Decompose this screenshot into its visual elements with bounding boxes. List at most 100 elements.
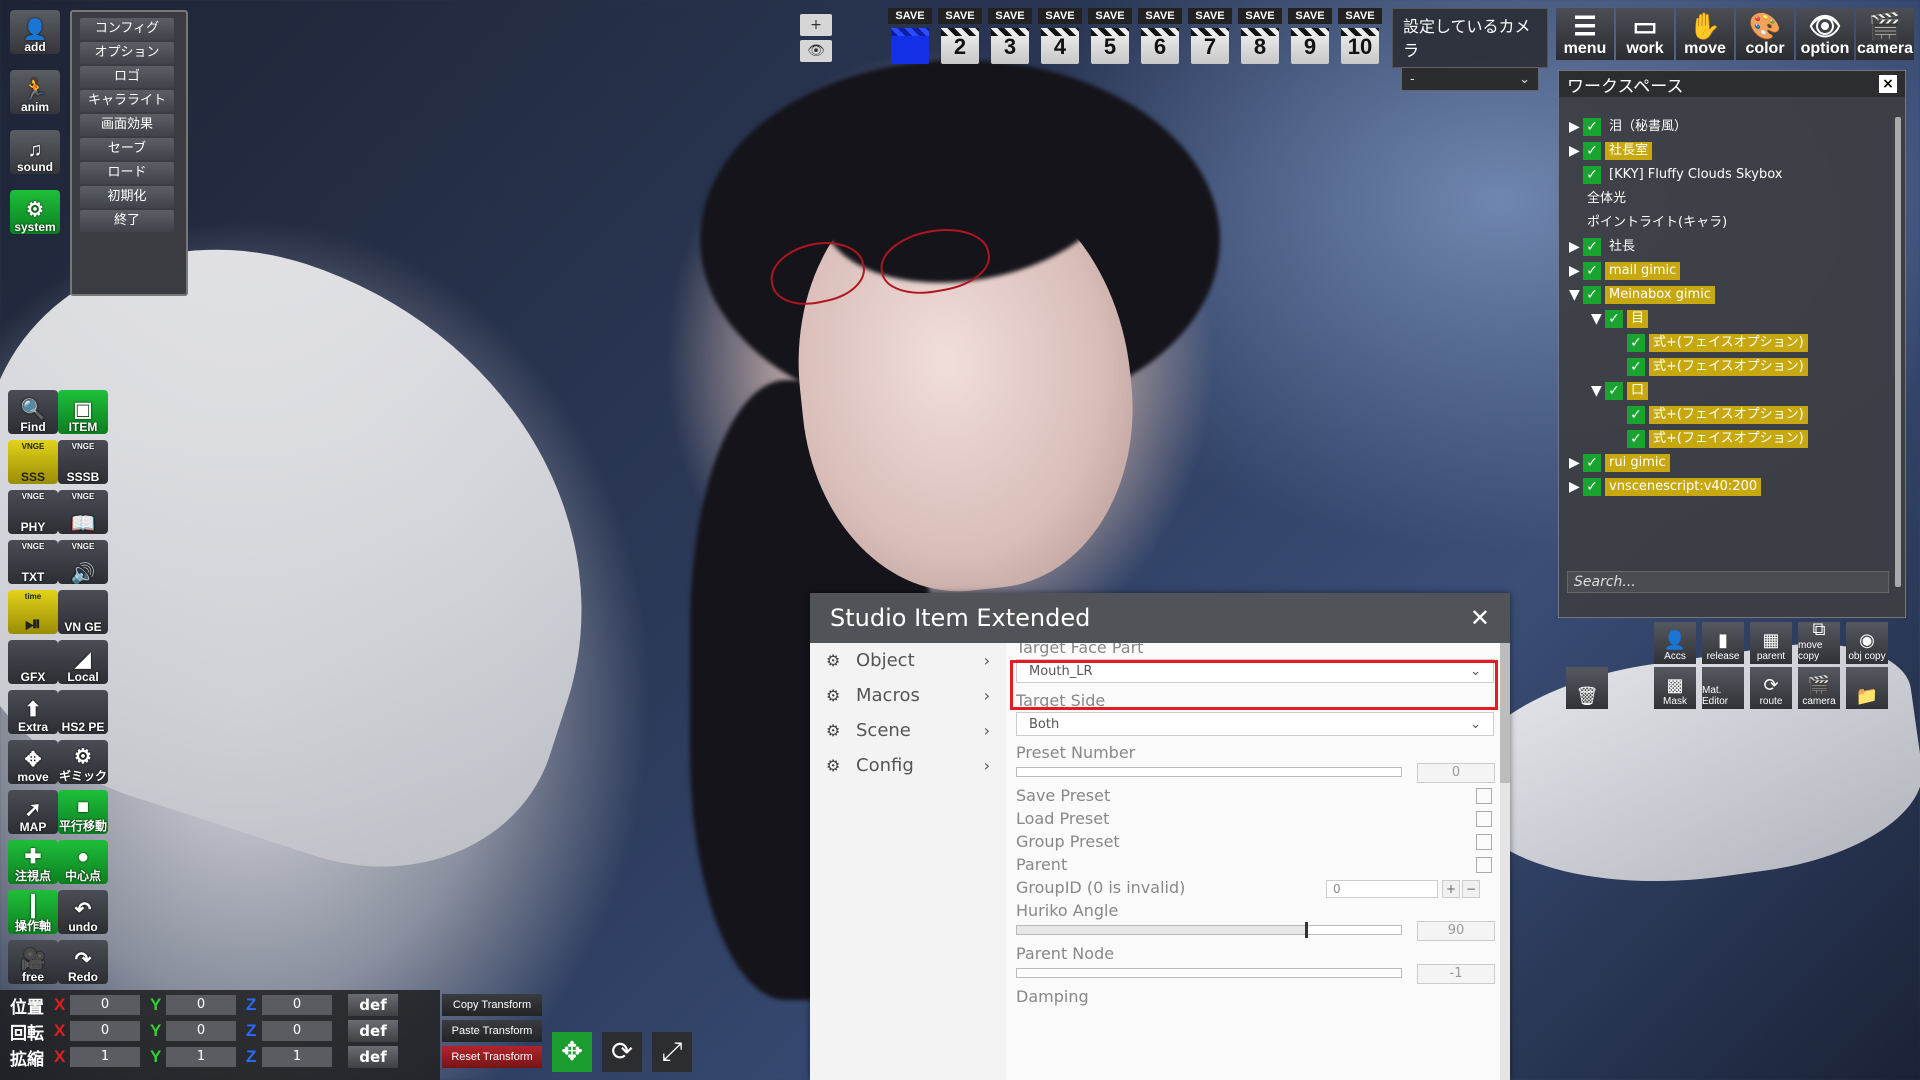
move-copy-button[interactable]: ⧉ move copy (1798, 619, 1840, 664)
tree-node[interactable]: ポイントライト(キャラ) (1569, 213, 1731, 233)
tool-button-0[interactable]: 🔍 Find (8, 390, 58, 434)
parent-button[interactable]: ▦ parent (1750, 622, 1792, 664)
tree-node[interactable]: ✓ [KKY] Fluffy Clouds Skybox (1569, 165, 1786, 185)
accs-button[interactable]: 👤 Accs (1654, 622, 1696, 664)
tool-button-7[interactable]: VNGE 🔊 (58, 540, 108, 584)
menu-button[interactable]: ☰ menu (1556, 8, 1614, 60)
anim-button[interactable]: 🏃 anim (10, 70, 60, 114)
save-slot-7[interactable]: SAVE 7 (1188, 8, 1232, 70)
camera-button[interactable]: 🎬 camera (1798, 667, 1840, 709)
scale-icon[interactable]: ⤢ (652, 1032, 692, 1072)
menu-item-logo[interactable]: ロゴ (80, 66, 174, 88)
menu-item-exit[interactable]: 終了 (80, 210, 174, 232)
preset-number-value[interactable]: 0 (1417, 763, 1495, 783)
reset-transform-button[interactable]: Reset Transform (442, 1046, 542, 1068)
visibility-checkbox[interactable]: ✓ (1583, 142, 1601, 160)
transform-z-input[interactable]: 0 (262, 995, 332, 1015)
camera-button[interactable]: 🎬 camera (1856, 8, 1914, 60)
expand-right-icon[interactable]: ▶ (1569, 479, 1583, 495)
tool-button-6[interactable]: VNGE TXT (8, 540, 58, 584)
tool-button-21[interactable]: ↶ undo (58, 890, 108, 934)
save-slot-8[interactable]: SAVE 8 (1238, 8, 1282, 70)
save-slot-3[interactable]: SAVE 3 (988, 8, 1032, 70)
expand-right-icon[interactable]: ▶ (1569, 143, 1583, 159)
transform-y-input[interactable]: 0 (166, 1021, 236, 1041)
visibility-checkbox[interactable]: ✓ (1583, 454, 1601, 472)
system-button[interactable]: ⚙ system (10, 190, 60, 234)
tree-node[interactable]: ▶ ✓ vnscenescript:v40:200 (1569, 477, 1762, 497)
visibility-checkbox[interactable]: ✓ (1605, 382, 1623, 400)
menu-item-config[interactable]: コンフィグ (80, 18, 174, 40)
workspace-close-button[interactable]: × (1879, 75, 1897, 93)
tool-button-11[interactable]: ◢ Local (58, 640, 108, 684)
parent-node-value[interactable]: -1 (1417, 964, 1495, 984)
visibility-checkbox[interactable]: ✓ (1583, 118, 1601, 136)
transform-x-input[interactable]: 1 (70, 1047, 140, 1067)
menu-item-option[interactable]: オプション (80, 42, 174, 64)
option-button[interactable]: 👁 option (1796, 8, 1854, 60)
transform-x-input[interactable]: 0 (70, 995, 140, 1015)
load-preset-checkbox[interactable] (1476, 811, 1492, 827)
workspace-scrollbar[interactable] (1895, 117, 1901, 587)
expand-right-icon[interactable]: ▶ (1569, 119, 1583, 135)
sound-button[interactable]: ♫ sound (10, 130, 60, 174)
save-slot-4[interactable]: SAVE 4 (1038, 8, 1082, 70)
parent-node-slider[interactable] (1016, 968, 1402, 978)
slider-knob[interactable] (1305, 922, 1308, 938)
tool-button-16[interactable]: ➚ MAP (8, 790, 58, 834)
sie-nav-scene[interactable]: ⚙ Scene › (810, 713, 1006, 748)
expand-right-icon[interactable]: ▶ (1569, 455, 1583, 471)
def-button[interactable]: def (348, 994, 398, 1016)
tree-node[interactable]: ▼ ✓ 目 (1591, 309, 1649, 329)
visibility-checkbox[interactable]: ✓ (1627, 430, 1645, 448)
transform-y-input[interactable]: 1 (166, 1047, 236, 1067)
sie-scrollbar[interactable] (1500, 643, 1510, 1080)
visibility-checkbox[interactable]: ✓ (1583, 166, 1601, 184)
visibility-checkbox[interactable]: ✓ (1605, 310, 1623, 328)
tool-button-23[interactable]: ↷ Redo (58, 940, 108, 984)
menu-item-chara-light[interactable]: キャラライト (80, 90, 174, 112)
tree-node[interactable]: ▼ ✓ Meinabox gimic (1569, 285, 1715, 305)
tree-node[interactable]: 全体光 (1569, 189, 1630, 209)
groupid-input[interactable]: 0 (1326, 880, 1438, 898)
zoom-plus-button[interactable]: + (800, 14, 832, 36)
tool-button-12[interactable]: ⬆ Extra (8, 690, 58, 734)
tool-button-1[interactable]: ▣ ITEM (58, 390, 108, 434)
transform-z-input[interactable]: 1 (262, 1047, 332, 1067)
folder-button[interactable]: 📁 (1846, 667, 1888, 709)
transform-y-input[interactable]: 0 (166, 995, 236, 1015)
groupid-plus-button[interactable]: + (1442, 880, 1460, 898)
tool-button-19[interactable]: ● 中心点 (58, 840, 108, 884)
tree-node[interactable]: ▶ ✓ 社長室 (1569, 141, 1653, 161)
expand-right-icon[interactable]: ▶ (1569, 239, 1583, 255)
tool-button-5[interactable]: VNGE 📖 (58, 490, 108, 534)
visibility-checkbox[interactable]: ✓ (1583, 238, 1601, 256)
tool-button-3[interactable]: VNGE SSSB (58, 440, 108, 484)
tree-node[interactable]: ▼ ✓ 口 (1591, 381, 1649, 401)
tree-node[interactable]: ▶ ✓ mail gimic (1569, 261, 1681, 281)
tree-node[interactable]: ✓ 式+(フェイスオプション) (1613, 405, 1808, 425)
sie-nav-object[interactable]: ⚙ Object › (810, 643, 1006, 678)
rotate-icon[interactable]: ⟳ (602, 1032, 642, 1072)
menu-item-save[interactable]: セーブ (80, 138, 174, 160)
tool-button-4[interactable]: VNGE PHY (8, 490, 58, 534)
sie-close-button[interactable]: ✕ (1470, 604, 1490, 632)
visibility-checkbox[interactable]: ✓ (1583, 286, 1601, 304)
tool-button-8[interactable]: time ⏯ (8, 590, 58, 634)
target-side-dropdown[interactable]: Both ⌄ (1016, 712, 1494, 736)
workspace-search-input[interactable]: Search... (1567, 571, 1889, 593)
tool-button-14[interactable]: ✥ move (8, 740, 58, 784)
tree-node[interactable]: ✓ 式+(フェイスオプション) (1613, 333, 1808, 353)
save-slot-9[interactable]: SAVE 9 (1288, 8, 1332, 70)
add-button[interactable]: 👤 add (10, 10, 60, 54)
tool-button-10[interactable]: GFX (8, 640, 58, 684)
transform-x-input[interactable]: 0 (70, 1021, 140, 1041)
tool-button-9[interactable]: VN GE (58, 590, 108, 634)
tool-button-20[interactable]: ┃ 操作軸 (8, 890, 58, 934)
paste-transform-button[interactable]: Paste Transform (442, 1020, 542, 1042)
menu-item-load[interactable]: ロード (80, 162, 174, 184)
trash-button[interactable]: 🗑 (1566, 667, 1608, 709)
visibility-checkbox[interactable]: ✓ (1627, 334, 1645, 352)
menu-item-screen-effect[interactable]: 画面効果 (80, 114, 174, 136)
mask-button[interactable]: ▩ Mask (1654, 667, 1696, 709)
